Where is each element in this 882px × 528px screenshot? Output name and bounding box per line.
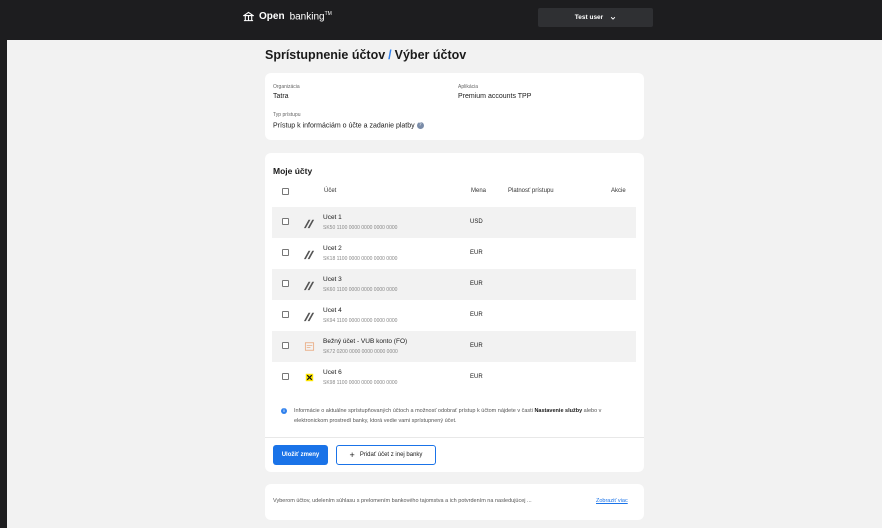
brand-name-bold: Open	[259, 11, 285, 23]
column-header-account: Účet	[324, 188, 337, 194]
row-checkbox[interactable]	[282, 373, 289, 380]
show-more-link[interactable]: Zobraziť viac	[596, 498, 628, 504]
account-name: Ucet 4	[323, 307, 342, 314]
table-row[interactable]: Ucet 1 SK50 1100 0000 0000 0000 0000 USD	[272, 207, 636, 238]
page-title: Sprístupnenie účtov / Výber účtov	[265, 48, 467, 62]
column-header-actions: Akcie	[611, 188, 626, 194]
account-name: Bežný účet - VUB konto (FO)	[323, 338, 408, 345]
top-bar: Open bankingTM Test user	[0, 0, 882, 40]
row-checkbox[interactable]	[282, 280, 289, 287]
plus-icon: +	[349, 449, 355, 460]
table-row[interactable]: Ucet 4 SK94 1100 0000 0000 0000 0000 EUR	[272, 300, 636, 331]
application-value: Premium accounts TPP	[458, 93, 532, 100]
account-name: Ucet 1	[323, 214, 342, 221]
application-label: Aplikácia	[458, 84, 479, 90]
account-name: Ucet 2	[323, 245, 342, 252]
account-currency: EUR	[470, 374, 483, 380]
account-currency: EUR	[470, 250, 483, 256]
user-label: Test user	[574, 14, 604, 21]
tatra-bank-icon	[303, 312, 315, 322]
tatra-bank-icon	[303, 250, 315, 260]
info-message: i Informácie o aktuálne sprístupňovaných…	[281, 406, 633, 426]
select-all-checkbox[interactable]	[282, 188, 289, 195]
account-name: Ucet 3	[323, 276, 342, 283]
row-checkbox[interactable]	[282, 311, 289, 318]
account-currency: USD	[470, 219, 483, 225]
account-iban: SK98 1100 0000 0000 0000 0000	[323, 380, 398, 386]
consent-text: Vyberom účtov, udelením súhlasu s prelom…	[273, 498, 532, 504]
tatra-bank-icon	[303, 281, 315, 291]
row-checkbox[interactable]	[282, 342, 289, 349]
organization-label: Organizácia	[273, 84, 300, 90]
account-iban: SK72 0200 0000 0000 0000 0000	[323, 349, 398, 355]
account-currency: EUR	[470, 343, 483, 349]
divider	[265, 437, 644, 438]
column-header-currency: Mena	[471, 188, 487, 194]
raiffeisen-bank-icon	[305, 373, 314, 382]
accounts-card: Moje účty Účet Mena Platnosť prístupu Ak…	[265, 153, 644, 472]
tatra-bank-icon	[303, 219, 315, 229]
help-icon[interactable]: ?	[416, 122, 424, 129]
bank-building-icon	[243, 11, 254, 22]
service-settings-link[interactable]: Nastavenie služby	[534, 408, 582, 414]
access-type-value: Prístup k informáciám o účte a zadanie p…	[273, 122, 424, 129]
vub-bank-icon	[304, 342, 315, 351]
table-row[interactable]: Ucet 6 SK98 1100 0000 0000 0000 0000 EUR	[272, 362, 636, 393]
table-row[interactable]: Bežný účet - VUB konto (FO) SK72 0200 00…	[272, 331, 636, 362]
account-iban: SK60 1100 0000 0000 0000 0000	[323, 287, 398, 293]
details-card: Organizácia Tatra Aplikácia Premium acco…	[265, 73, 644, 140]
table-row[interactable]: Ucet 3 SK60 1100 0000 0000 0000 0000 EUR	[272, 269, 636, 300]
user-menu-button[interactable]: Test user	[538, 8, 653, 27]
chevron-down-icon	[611, 16, 616, 20]
account-iban: SK50 1100 0000 0000 0000 0000	[323, 225, 398, 231]
column-header-validity: Platnosť prístupu	[508, 188, 554, 194]
main-content: Sprístupnenie účtov / Výber účtov Organizá…	[7, 40, 882, 528]
info-icon: i	[281, 408, 287, 414]
save-changes-button[interactable]: Uložiť zmeny	[273, 445, 328, 465]
account-currency: EUR	[470, 281, 483, 287]
account-name: Ucet 6	[323, 369, 342, 376]
table-row[interactable]: Ucet 2 SK18 1100 0000 0000 0000 0000 EUR	[272, 238, 636, 269]
add-account-label: Pridať účet z inej banky	[359, 452, 423, 458]
access-type-label: Typ prístupu	[273, 112, 301, 118]
brand-name-rest: bankingTM	[289, 11, 332, 23]
accounts-section-title: Moje účty	[273, 166, 313, 176]
brand-logo[interactable]: Open bankingTM	[243, 11, 332, 22]
window-frame-left	[0, 0, 7, 528]
organization-value: Tatra	[273, 93, 289, 100]
account-iban: SK18 1100 0000 0000 0000 0000	[323, 256, 398, 262]
account-currency: EUR	[470, 312, 483, 318]
row-checkbox[interactable]	[282, 249, 289, 256]
row-checkbox[interactable]	[282, 218, 289, 225]
account-iban: SK94 1100 0000 0000 0000 0000	[323, 318, 398, 324]
add-account-button[interactable]: + Pridať účet z inej banky	[336, 445, 436, 465]
consent-card: Vyberom účtov, udelením súhlasu s prelom…	[265, 484, 644, 520]
